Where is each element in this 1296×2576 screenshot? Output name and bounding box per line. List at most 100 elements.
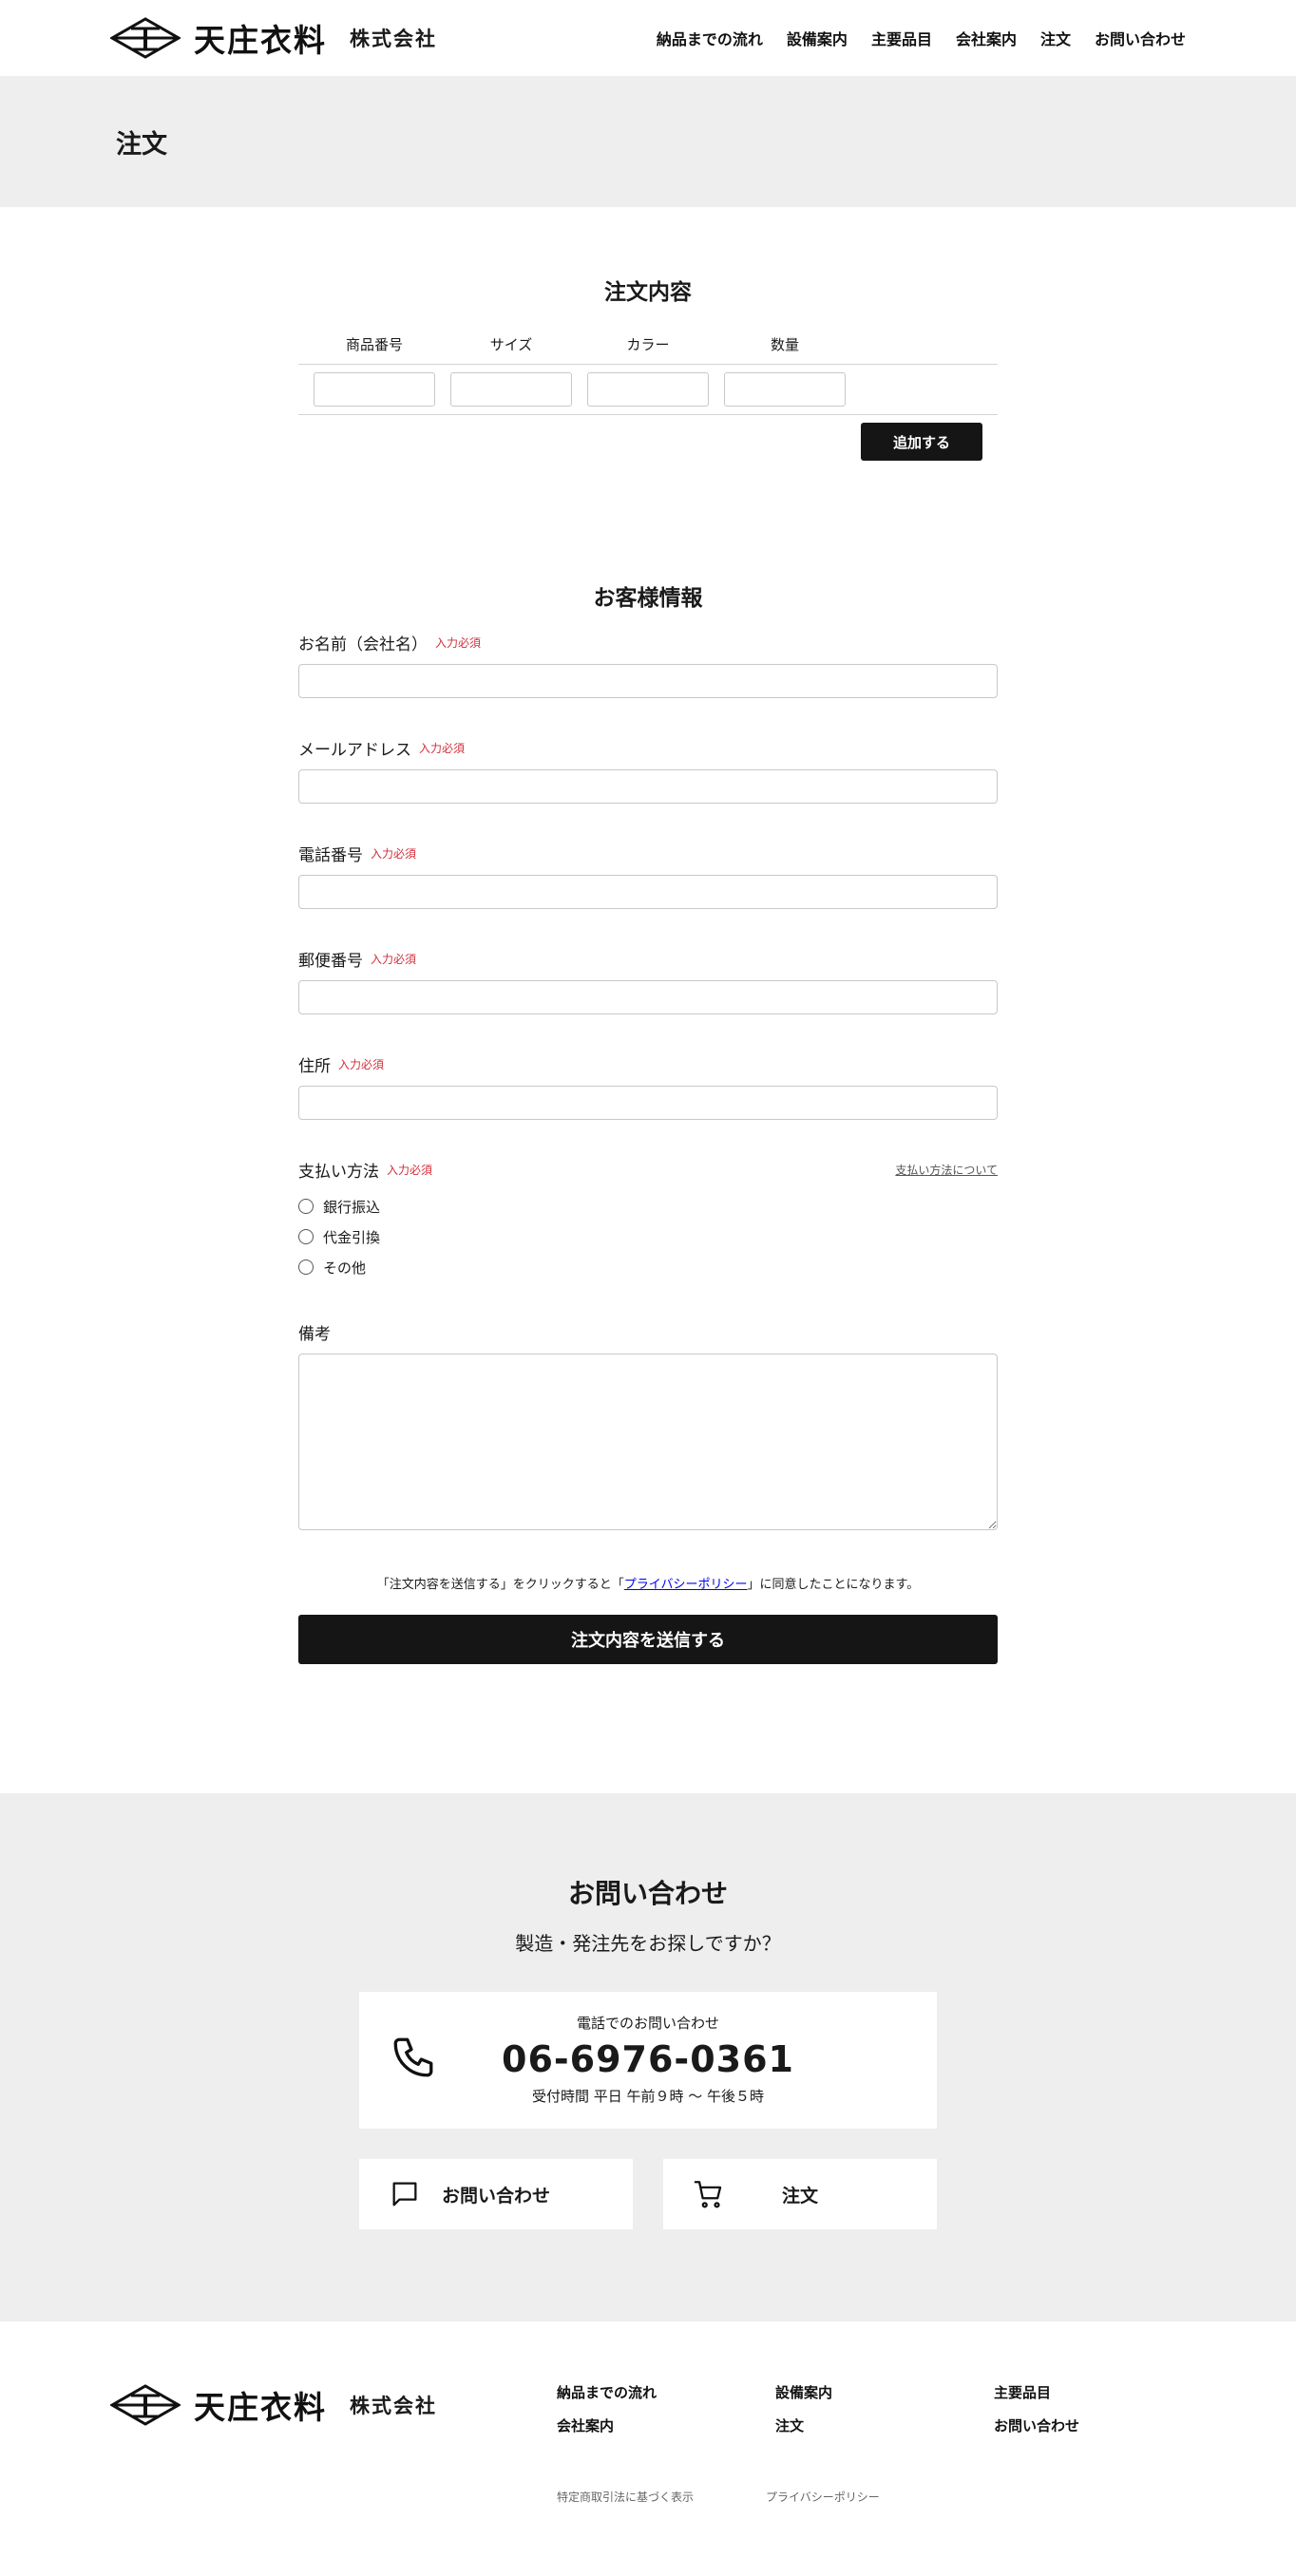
add-item-button[interactable]: 追加する xyxy=(861,423,982,461)
inquiry-button[interactable]: お問い合わせ xyxy=(359,2159,633,2229)
customer-section: お客様情報 お名前（会社名） 入力必須 メールアドレス 入力必須 電話番号 入力… xyxy=(298,579,998,1664)
nav-company[interactable]: 会社案内 xyxy=(956,27,1017,49)
logo-text: 天庄衣料 xyxy=(194,22,327,59)
phone-number[interactable]: 06-6976-0361 xyxy=(359,2038,937,2080)
main-nav: 納品までの流れ 設備案内 主要品目 会社案内 注文 お問い合わせ xyxy=(657,27,1186,49)
notes-label-row: 備考 xyxy=(298,1320,998,1344)
column-product-number: 商品番号 xyxy=(345,336,403,353)
site-header: 天庄衣料 株式会社 納品までの流れ 設備案内 主要品目 会社案内 注文 お問い合… xyxy=(0,0,1296,76)
payment-option-label: 代金引換 xyxy=(323,1228,381,1246)
address-label: 住所 xyxy=(298,1057,331,1076)
phone-card[interactable]: 電話でのお問い合わせ 06-6976-0361 受付時間 平日 午前９時 〜 午… xyxy=(359,1992,937,2129)
page-title-band: 注文 xyxy=(0,76,1296,207)
logo-mark-icon xyxy=(110,2384,181,2426)
site-footer: 天庄衣料 株式会社 納品までの流れ 設備案内 主要品目 会社案内 注文 お問い合… xyxy=(0,2321,1296,2576)
phone-hours: 受付時間 平日 午前９時 〜 午後５時 xyxy=(531,2088,765,2105)
phone-field-group: 電話番号 入力必須 xyxy=(298,842,998,909)
phone-card-label: 電話でのお問い合わせ xyxy=(576,2015,719,2032)
nav-products[interactable]: 主要品目 xyxy=(871,27,932,49)
email-field-group: メールアドレス 入力必須 xyxy=(298,736,998,804)
payment-option-label: その他 xyxy=(323,1259,367,1277)
postal-input[interactable] xyxy=(298,980,998,1014)
consent-text: 「注文内容を送信する」をクリックすると「プライバシーポリシー」に同意したことにな… xyxy=(298,1574,998,1592)
postal-label: 郵便番号 xyxy=(298,952,363,971)
notes-label: 備考 xyxy=(298,1325,331,1344)
footer-nav-products[interactable]: 主要品目 xyxy=(994,2382,1212,2402)
address-field-group: 住所 入力必須 xyxy=(298,1052,998,1120)
order-table-header: 商品番号 サイズ カラー 数量 xyxy=(298,334,998,365)
payment-option-cod[interactable]: 代金引換 xyxy=(298,1222,998,1252)
phone-input[interactable] xyxy=(298,875,998,909)
logo-mark-icon xyxy=(110,17,181,59)
add-row-wrap: 追加する xyxy=(298,415,998,461)
email-label: メールアドレス xyxy=(298,741,411,760)
footer-nav: 納品までの流れ 設備案内 主要品目 会社案内 注文 お問い合わせ xyxy=(557,2382,1212,2435)
consent-suffix: 」に同意したことになります。 xyxy=(747,1578,920,1592)
nav-facilities[interactable]: 設備案内 xyxy=(787,27,848,49)
payment-label-row: 支払い方法 入力必須 xyxy=(298,1158,432,1182)
payment-info-link[interactable]: 支払い方法について xyxy=(895,1162,998,1178)
radio-button[interactable] xyxy=(298,1229,314,1244)
address-label-row: 住所 入力必須 xyxy=(298,1052,998,1076)
phone-label: 電話番号 xyxy=(298,846,363,865)
nav-order[interactable]: 注文 xyxy=(1040,27,1071,49)
name-field-group: お名前（会社名） 入力必須 xyxy=(298,631,998,698)
product-number-input[interactable] xyxy=(314,372,435,407)
submit-order-button[interactable]: 注文内容を送信する xyxy=(298,1615,998,1664)
logo-subtext: 株式会社 xyxy=(350,28,437,50)
order-title: 注文内容 xyxy=(604,280,692,305)
footer-nav-facilities[interactable]: 設備案内 xyxy=(775,2382,994,2402)
required-badge: 入力必須 xyxy=(387,1164,433,1177)
payment-option-other[interactable]: その他 xyxy=(298,1252,998,1282)
notes-textarea[interactable] xyxy=(298,1354,998,1530)
contact-inner: お問い合わせ 製造・発注先をお探しですか？ 電話でのお問い合わせ 06-6976… xyxy=(359,1793,937,2229)
notes-field-group: 備考 xyxy=(298,1320,998,1534)
footer-nav-order[interactable]: 注文 xyxy=(775,2415,994,2435)
contact-button-row: お問い合わせ 注文 xyxy=(359,2159,937,2229)
required-badge: 入力必須 xyxy=(338,1058,385,1071)
cart-icon xyxy=(694,2181,722,2208)
required-badge: 入力必須 xyxy=(419,742,466,755)
nav-contact[interactable]: お問い合わせ xyxy=(1095,27,1186,49)
logo[interactable]: 天庄衣料 株式会社 xyxy=(110,15,437,61)
logo-text: 天庄衣料 xyxy=(194,2389,327,2426)
quantity-input[interactable] xyxy=(724,372,846,407)
consent-prefix: 「注文内容を送信する」をクリックすると「 xyxy=(376,1578,624,1592)
order-button[interactable]: 注文 xyxy=(663,2159,937,2229)
page-title: 注文 xyxy=(116,129,167,160)
color-input[interactable] xyxy=(587,372,709,407)
nav-delivery-flow[interactable]: 納品までの流れ xyxy=(657,27,763,49)
legal-privacy-link[interactable]: プライバシーポリシー xyxy=(766,2489,880,2505)
name-label-row: お名前（会社名） 入力必須 xyxy=(298,631,998,654)
email-input[interactable] xyxy=(298,769,998,804)
radio-button[interactable] xyxy=(298,1199,314,1214)
payment-label: 支払い方法 xyxy=(298,1163,379,1182)
payment-option-label: 銀行振込 xyxy=(323,1198,381,1216)
payment-option-bank[interactable]: 銀行振込 xyxy=(298,1191,998,1222)
payment-head: 支払い方法 入力必須 支払い方法について xyxy=(298,1158,998,1182)
legal-commerce-link[interactable]: 特定商取引法に基づく表示 xyxy=(557,2489,694,2505)
privacy-policy-link[interactable]: プライバシーポリシー xyxy=(624,1578,748,1592)
customer-title: お客様情報 xyxy=(593,586,703,611)
required-badge: 入力必須 xyxy=(435,636,482,650)
postal-label-row: 郵便番号 入力必須 xyxy=(298,947,998,971)
contact-lead: 製造・発注先をお探しですか？ xyxy=(515,1932,781,1955)
size-input[interactable] xyxy=(450,372,572,407)
radio-button[interactable] xyxy=(298,1260,314,1275)
logo-subtext: 株式会社 xyxy=(350,2395,437,2417)
column-color: カラー xyxy=(626,336,670,353)
footer-nav-delivery-flow[interactable]: 納品までの流れ xyxy=(557,2382,775,2402)
column-size: サイズ xyxy=(489,336,533,353)
footer-nav-contact[interactable]: お問い合わせ xyxy=(994,2415,1212,2435)
email-label-row: メールアドレス 入力必須 xyxy=(298,736,998,760)
table-row xyxy=(298,365,998,415)
address-input[interactable] xyxy=(298,1086,998,1120)
footer-legal: 特定商取引法に基づく表示 プライバシーポリシー xyxy=(557,2489,880,2505)
footer-nav-company[interactable]: 会社案内 xyxy=(557,2415,775,2435)
name-label: お名前（会社名） xyxy=(298,635,428,654)
footer-logo[interactable]: 天庄衣料 株式会社 xyxy=(110,2382,437,2428)
contact-title: お問い合わせ xyxy=(567,1878,728,1909)
name-input[interactable] xyxy=(298,664,998,698)
phone-label-row: 電話番号 入力必須 xyxy=(298,842,998,865)
payment-field-group: 支払い方法 入力必須 支払い方法について 銀行振込 代金引換 その他 xyxy=(298,1158,998,1282)
